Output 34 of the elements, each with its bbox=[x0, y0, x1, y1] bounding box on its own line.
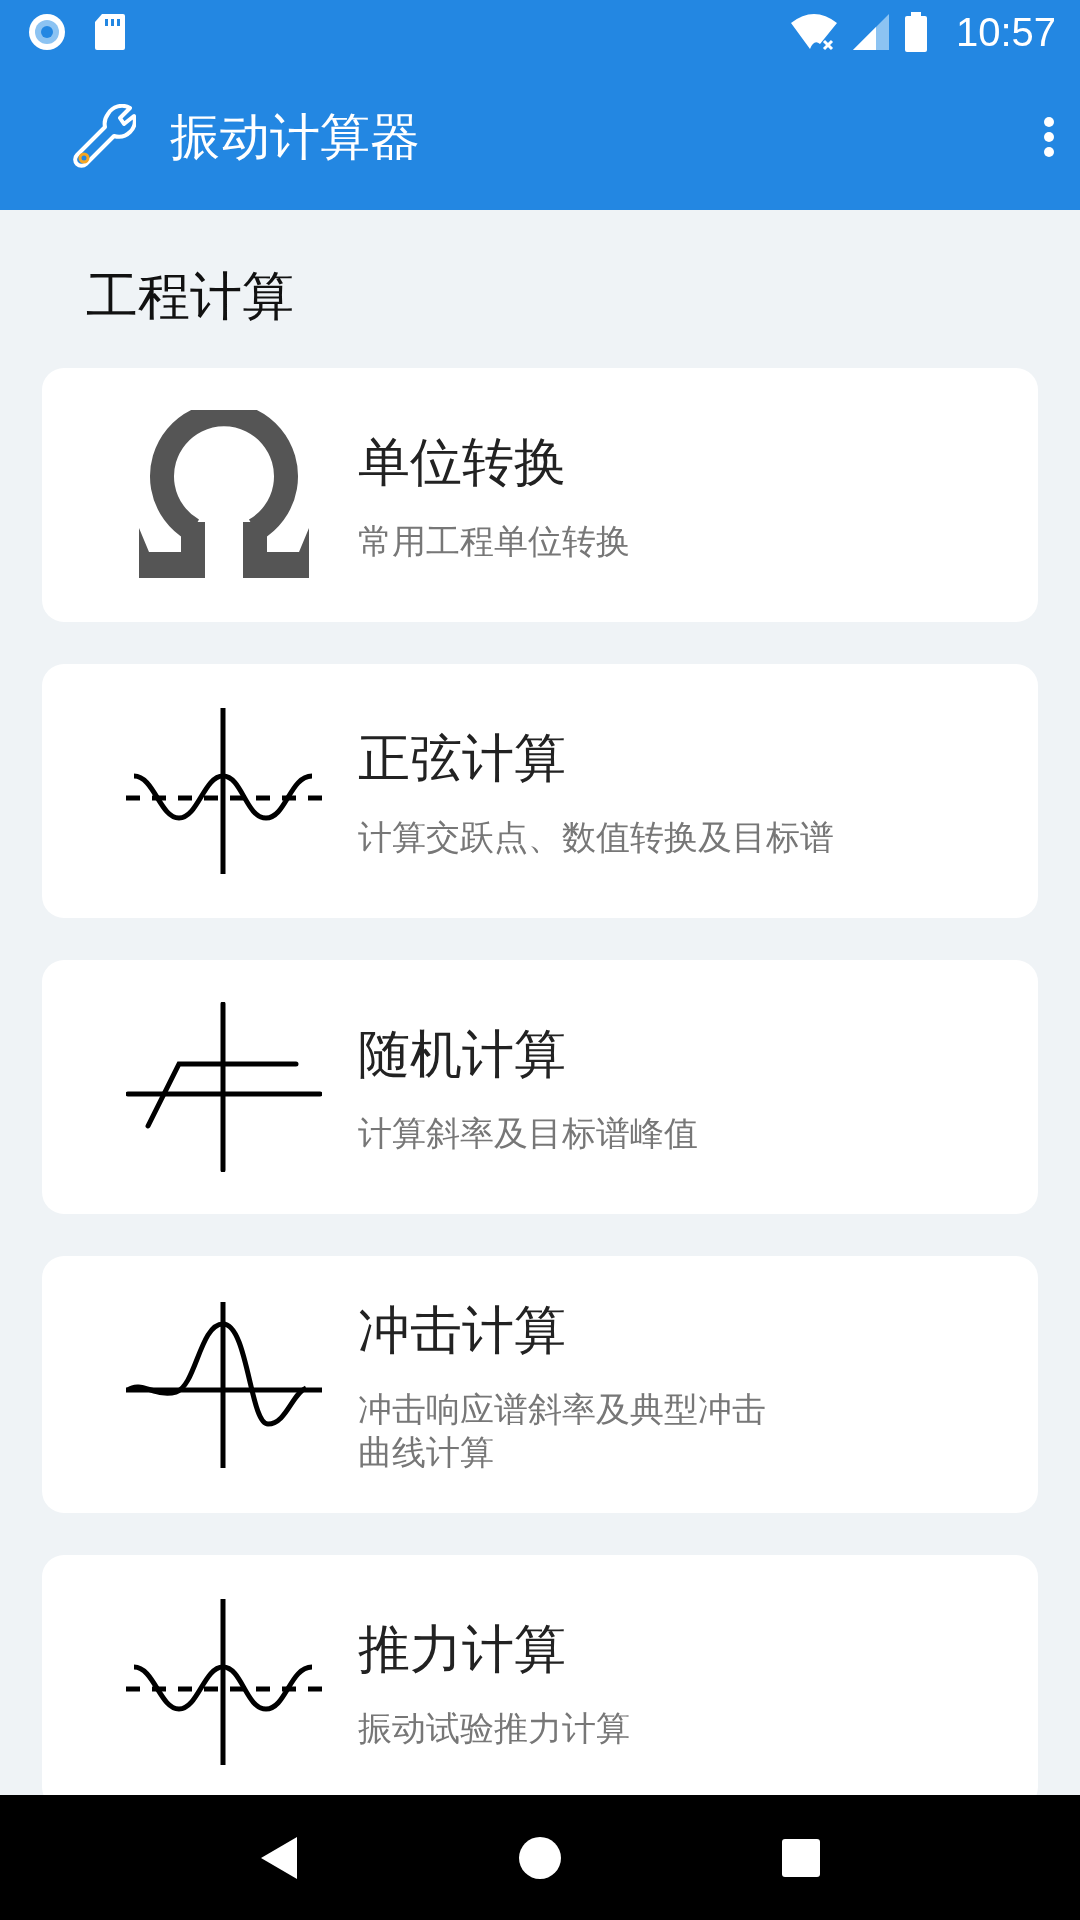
omega-icon bbox=[139, 410, 309, 580]
calculator-card[interactable]: 单位转换 常用工程单位转换 bbox=[42, 368, 1038, 622]
section-title: 工程计算 bbox=[86, 266, 294, 326]
calculator-card[interactable]: 随机计算 计算斜率及目标谱峰值 bbox=[42, 960, 1038, 1214]
more-options-icon[interactable] bbox=[1042, 116, 1056, 158]
card-title: 正弦计算 bbox=[358, 726, 567, 790]
clock-time: 10:57 bbox=[955, 9, 1056, 55]
calculator-card[interactable]: 推力计算 振动试验推力计算 bbox=[42, 1555, 1038, 1795]
home-icon[interactable] bbox=[518, 1835, 562, 1880]
card-subtitle: 振动试验推力计算 bbox=[358, 1706, 630, 1750]
card-subtitle: 计算交跃点、数值转换及目标谱 bbox=[358, 815, 834, 859]
back-icon[interactable] bbox=[259, 1834, 300, 1881]
calculator-card[interactable]: 正弦计算 计算交跃点、数值转换及目标谱 bbox=[42, 664, 1038, 918]
random-spectrum-icon bbox=[126, 1002, 322, 1172]
shock-pulse-icon bbox=[126, 1299, 322, 1470]
signal-icon bbox=[851, 13, 890, 51]
wrench-icon bbox=[72, 104, 136, 170]
card-title: 推力计算 bbox=[358, 1617, 567, 1681]
sd-card-icon bbox=[94, 13, 126, 51]
card-subtitle: 计算斜率及目标谱峰值 bbox=[358, 1111, 698, 1155]
battery-icon bbox=[903, 12, 928, 52]
sine-wave-icon bbox=[126, 706, 322, 876]
sync-icon bbox=[28, 13, 66, 51]
card-title: 单位转换 bbox=[358, 430, 567, 494]
card-subtitle: 常用工程单位转换 bbox=[358, 519, 630, 563]
card-title: 冲击计算 bbox=[358, 1299, 567, 1362]
card-subtitle: 冲击响应谱斜率及典型冲击 bbox=[358, 1388, 766, 1431]
app-title: 振动计算器 bbox=[170, 106, 421, 168]
recents-icon[interactable] bbox=[780, 1837, 821, 1878]
wifi-off-icon bbox=[789, 13, 838, 51]
sine-wave-icon bbox=[126, 1597, 322, 1767]
calculator-card[interactable]: 冲击计算 冲击响应谱斜率及典型冲击 曲线计算 bbox=[42, 1256, 1038, 1513]
card-title: 随机计算 bbox=[358, 1022, 567, 1086]
card-subtitle: 曲线计算 bbox=[358, 1430, 495, 1473]
